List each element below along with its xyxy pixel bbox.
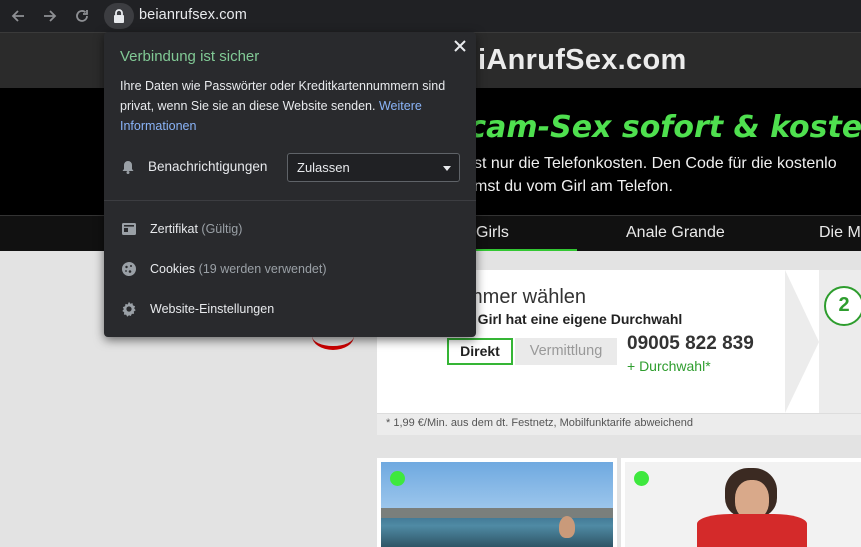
popup-divider xyxy=(104,200,476,201)
extension-text: + Durchwahl* xyxy=(627,358,711,374)
notifications-label: Benachrichtigungen xyxy=(148,159,268,174)
step-number: 2 xyxy=(824,286,861,326)
close-icon xyxy=(454,40,466,52)
cookies-label: Cookies (19 werden verwendet) xyxy=(150,262,327,276)
photo-top xyxy=(697,514,807,547)
close-button[interactable] xyxy=(450,36,470,56)
caret-down-icon xyxy=(443,166,451,171)
cookies-status: (19 werden verwendet) xyxy=(198,262,327,276)
price-footnote: * 1,99 €/Min. aus dem dt. Festnetz, Mobi… xyxy=(386,417,693,429)
hero-text: st nur die Telefonkosten. Den Code für d… xyxy=(474,152,837,198)
call-box-title: mmer wählen xyxy=(466,286,587,308)
online-indicator xyxy=(634,471,649,486)
lock-icon xyxy=(114,9,124,23)
call-box-subtitle: s Girl hat eine eigene Durchwahl xyxy=(466,311,683,327)
popup-description: Ihre Daten wie Passwörter oder Kreditkar… xyxy=(120,76,460,136)
notifications-select-value: Zulassen xyxy=(297,160,350,175)
forward-button[interactable] xyxy=(39,5,61,27)
site-info-button[interactable] xyxy=(104,3,134,29)
certificate-text: Zertifikat xyxy=(150,222,198,236)
certificate-label: Zertifikat (Gültig) xyxy=(150,222,242,236)
girl-photo[interactable] xyxy=(625,462,861,547)
nav-item-anale-grande[interactable]: Anale Grande xyxy=(626,224,725,242)
certificate-status: (Gültig) xyxy=(201,222,243,236)
gear-icon xyxy=(122,301,136,317)
photo-rocks xyxy=(381,508,613,518)
certificate-icon xyxy=(122,223,136,235)
nav-item-die-m[interactable]: Die M xyxy=(819,224,861,242)
arrow-left-icon xyxy=(11,10,24,22)
reload-icon xyxy=(76,10,88,22)
online-indicator xyxy=(390,471,405,486)
cookie-icon xyxy=(122,262,136,276)
hero-title: ecam-Sex sofort & koste xyxy=(448,110,861,145)
girl-card[interactable] xyxy=(377,458,617,547)
hero-line-1: st nur die Telefonkosten. Den Code für d… xyxy=(474,155,837,172)
phone-number[interactable]: 09005 822 839 xyxy=(627,333,754,355)
site-settings-label: Website-Einstellungen xyxy=(150,302,275,316)
url-text[interactable]: beianrufsex.com xyxy=(139,7,247,23)
bell-icon xyxy=(122,161,134,174)
nav-item-girls[interactable]: Girls xyxy=(476,224,509,242)
notifications-select[interactable]: Zulassen xyxy=(287,153,460,182)
address-bar[interactable]: beianrufsex.com xyxy=(104,3,861,29)
arrow-right-icon xyxy=(44,10,57,22)
hero-line-2: mst du vom Girl am Telefon. xyxy=(474,178,673,195)
girl-card[interactable] xyxy=(621,458,861,547)
cookies-text: Cookies xyxy=(150,262,196,276)
site-logo[interactable]: iAnrufSex.com xyxy=(478,44,687,77)
photo-figure xyxy=(559,516,575,538)
reload-button[interactable] xyxy=(71,5,93,27)
tab-direkt[interactable]: Direkt xyxy=(447,338,513,365)
back-button[interactable] xyxy=(7,5,29,27)
tab-vermittlung[interactable]: Vermittlung xyxy=(515,338,617,365)
girl-photo[interactable] xyxy=(381,462,613,547)
call-box-arrow xyxy=(785,270,819,413)
popup-title: Verbindung ist sicher xyxy=(120,48,260,65)
browser-toolbar: beianrufsex.com xyxy=(0,0,861,32)
